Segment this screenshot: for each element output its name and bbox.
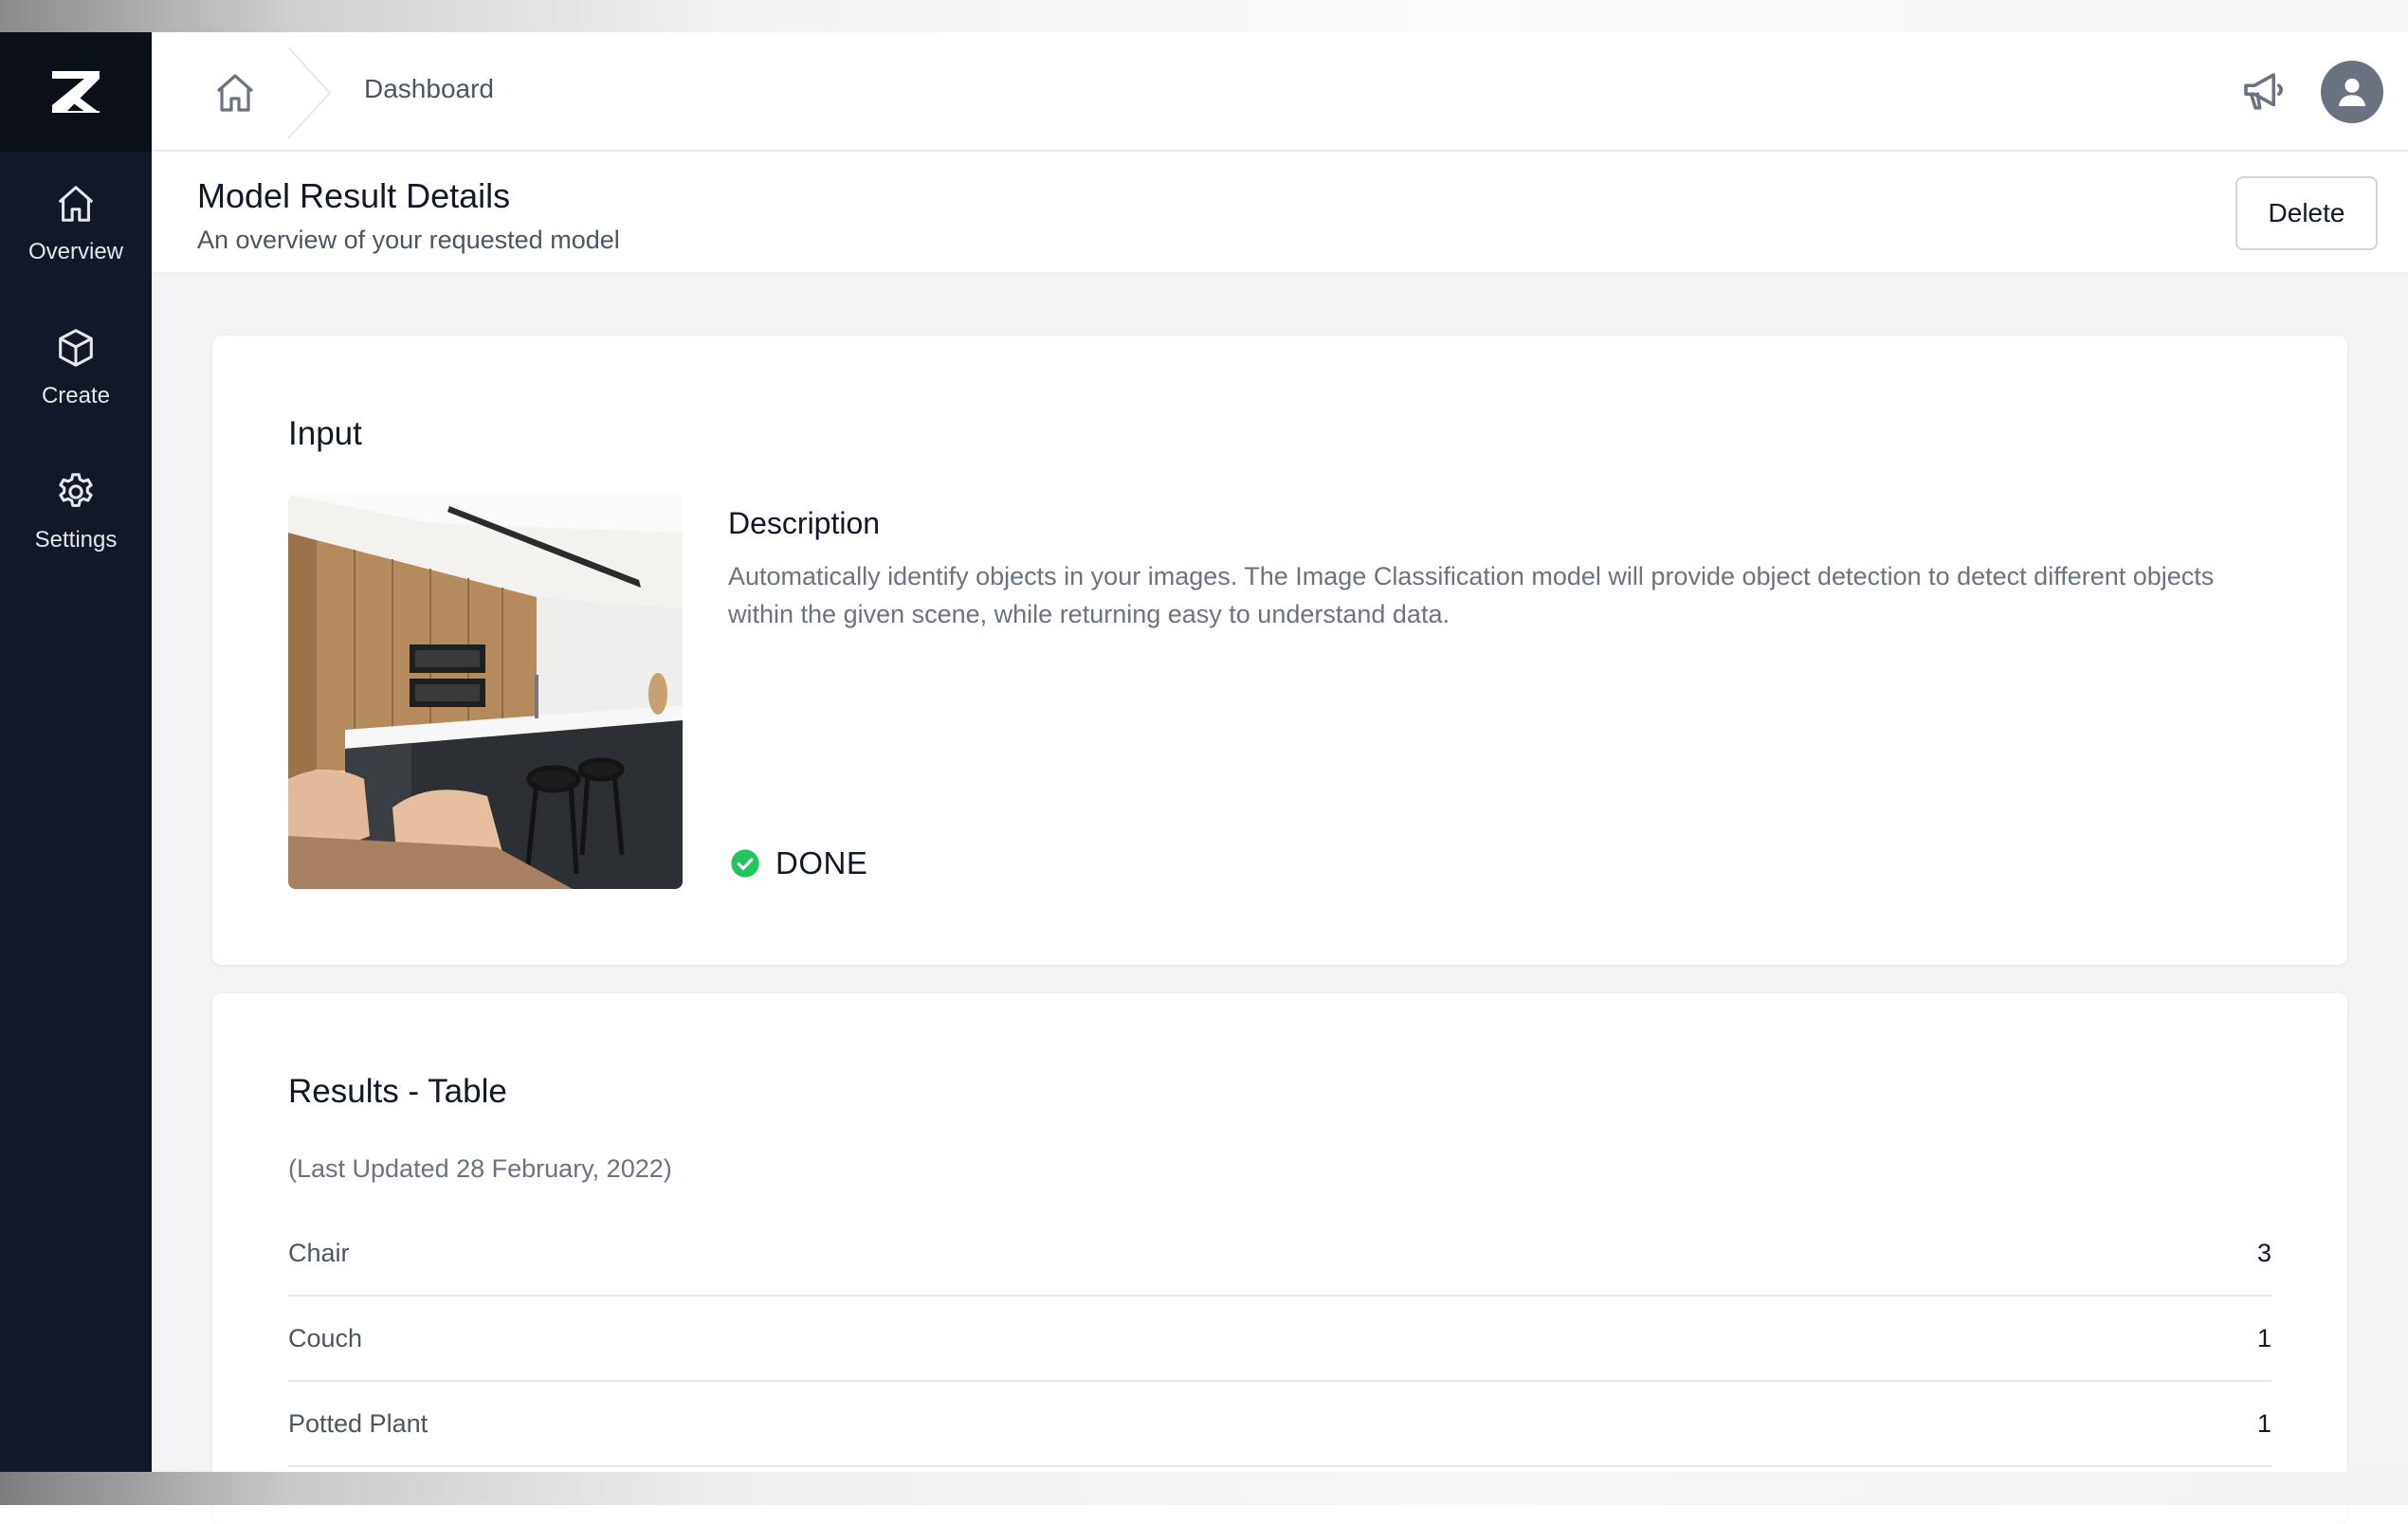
row-label: Couch [288, 1323, 363, 1352]
user-avatar[interactable] [2321, 61, 2383, 123]
megaphone-icon [2244, 73, 2283, 110]
breadcrumb-separator-icon [287, 47, 332, 138]
app: Overview Create Settings Dashboard Model… [0, 32, 2408, 1524]
breadcrumb-home-button[interactable] [212, 70, 258, 116]
page-title: Model Result Details [197, 176, 511, 215]
cube-icon [59, 329, 93, 367]
results-card: Results - Table (Last Updated 28 Februar… [212, 993, 2347, 1524]
breadcrumb-current[interactable]: Dashboard [364, 74, 494, 104]
row-value: 3 [2256, 1238, 2271, 1267]
sidebar-item-settings[interactable]: Settings [0, 440, 152, 584]
results-heading: Results - Table [288, 1073, 507, 1110]
row-label: Chair [288, 1238, 350, 1267]
row-label: Potted Plant [288, 1408, 429, 1438]
kitchen-photo [288, 495, 683, 889]
check-circle-icon [731, 849, 759, 878]
home-icon [216, 74, 254, 112]
sidebar-item-label: Settings [34, 527, 118, 553]
delete-button[interactable]: Delete [2235, 176, 2378, 250]
logo[interactable] [0, 32, 152, 152]
table-row: Couch 1 [288, 1297, 2271, 1382]
last-updated-text: (Last Updated 28 February, 2022) [288, 1154, 672, 1183]
row-value: 1 [2256, 1408, 2271, 1438]
description-title: Description [728, 506, 881, 540]
sidebar-item-overview[interactable]: Overview [0, 152, 152, 296]
row-value: 1 [2256, 1323, 2271, 1352]
results-table: Chair 3 Couch 1 Potted Plant 1 [288, 1211, 2271, 1467]
announcements-button[interactable] [2237, 66, 2289, 118]
page-title-bar: Model Result Details An overview of your… [152, 152, 2408, 273]
table-row: Potted Plant 1 [288, 1382, 2271, 1467]
status-text: DONE [775, 845, 868, 880]
window-bottom-strip [0, 1472, 2408, 1505]
input-image [288, 495, 683, 889]
sidebar-item-label: Create [41, 383, 111, 408]
top-header: Dashboard [152, 32, 2408, 152]
sidebar-item-label: Overview [27, 239, 124, 264]
window-top-strip [0, 0, 2408, 32]
input-heading: Input [288, 415, 362, 452]
logo-icon [52, 71, 100, 113]
page-subtitle: An overview of your requested model [197, 226, 620, 254]
table-row: Chair 3 [288, 1211, 2271, 1297]
description-text: Automatically identify objects in your i… [728, 562, 2215, 628]
home-icon [58, 186, 94, 222]
input-card: Input Description Automatically identify… [212, 336, 2347, 965]
sidebar-item-create[interactable]: Create [0, 296, 152, 440]
status-badge: DONE [730, 845, 867, 881]
gear-icon [59, 473, 93, 507]
user-icon [2338, 78, 2366, 106]
sidebar: Overview Create Settings [0, 32, 152, 1472]
